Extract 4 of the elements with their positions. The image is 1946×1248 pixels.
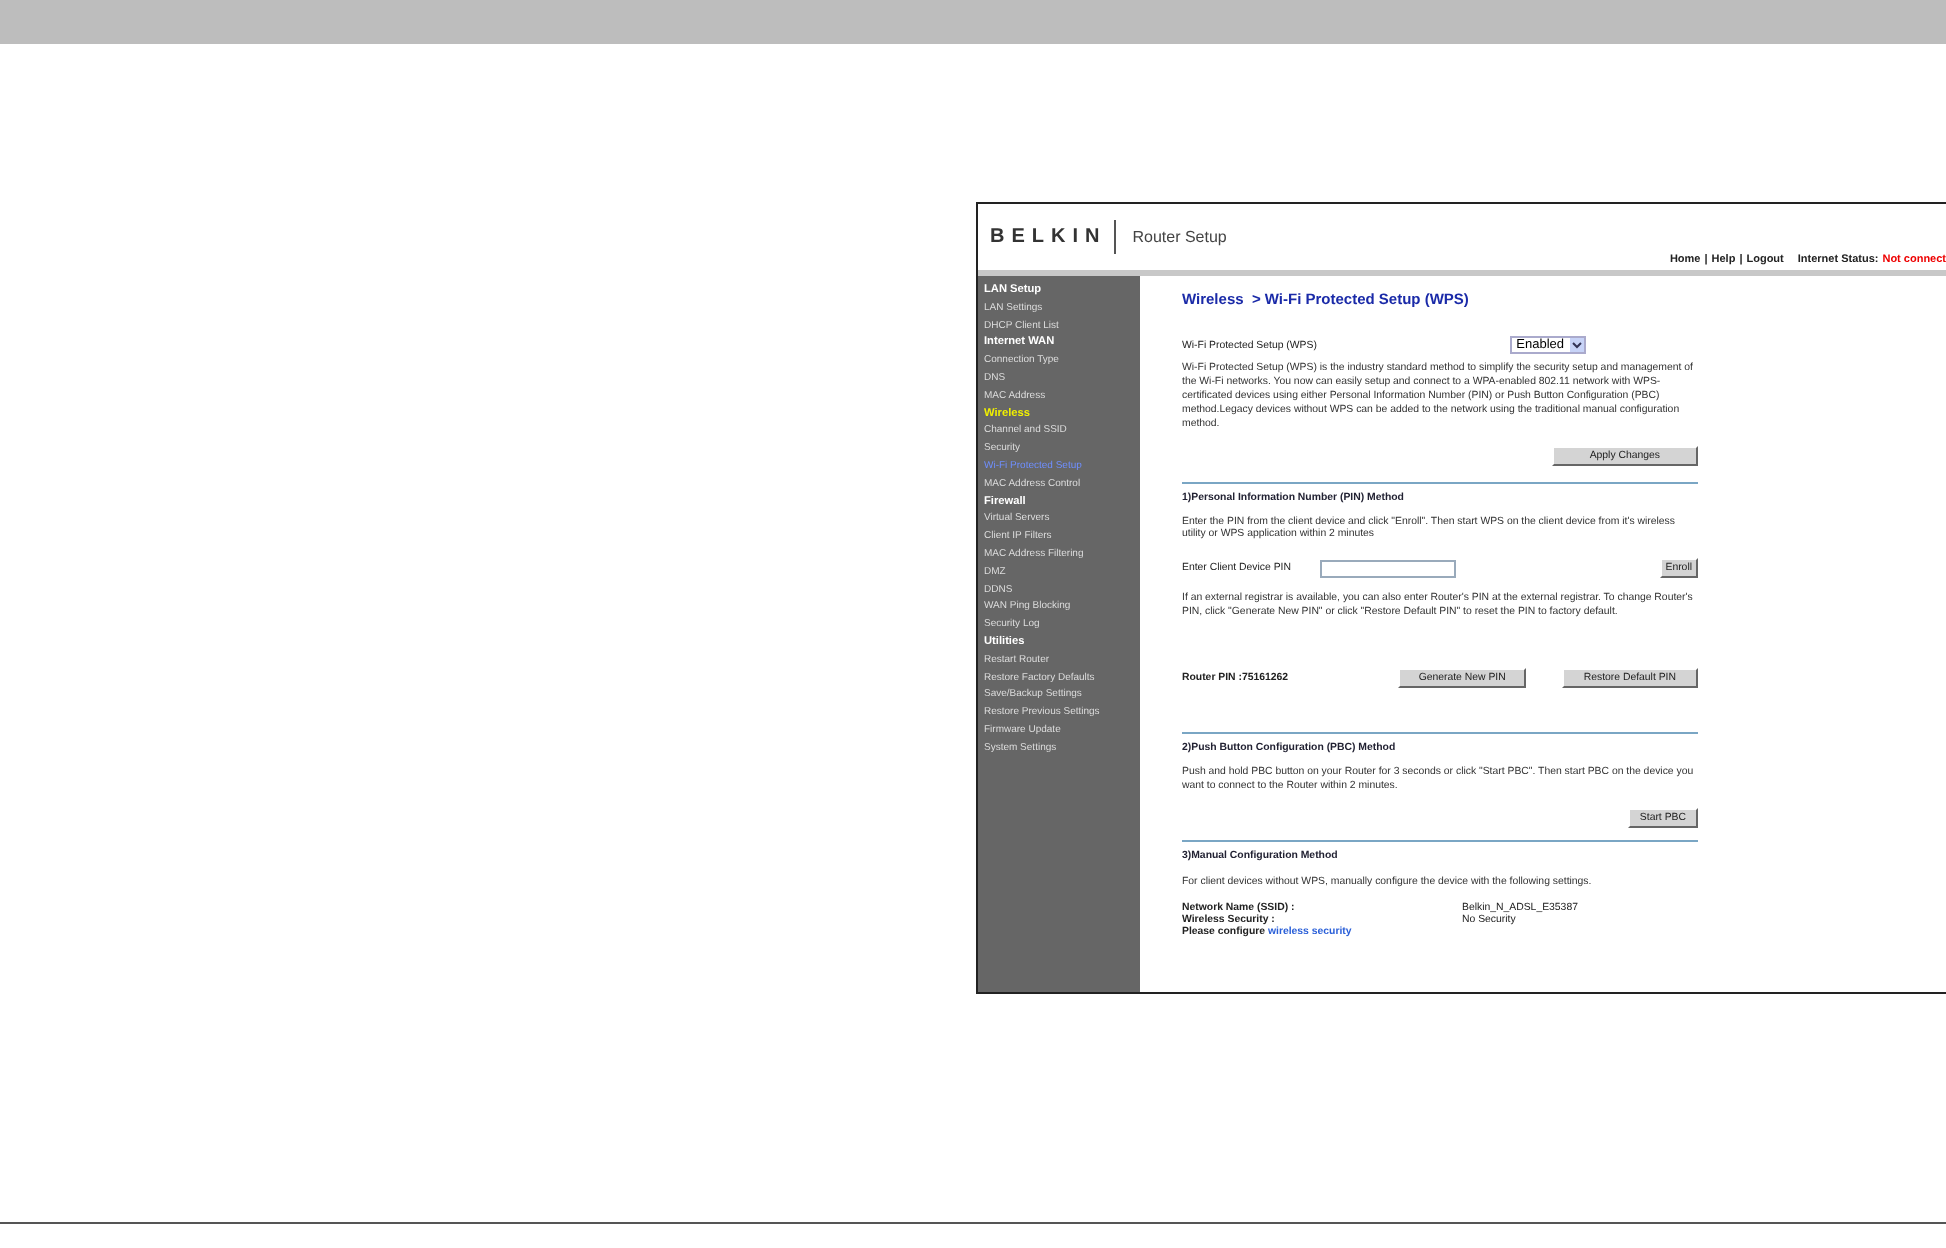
app-title: Router Setup — [1132, 228, 1227, 246]
pin-input-field[interactable] — [1319, 559, 1455, 578]
logo: BELKIN — [990, 226, 1107, 248]
caret-icon — [1570, 338, 1584, 352]
